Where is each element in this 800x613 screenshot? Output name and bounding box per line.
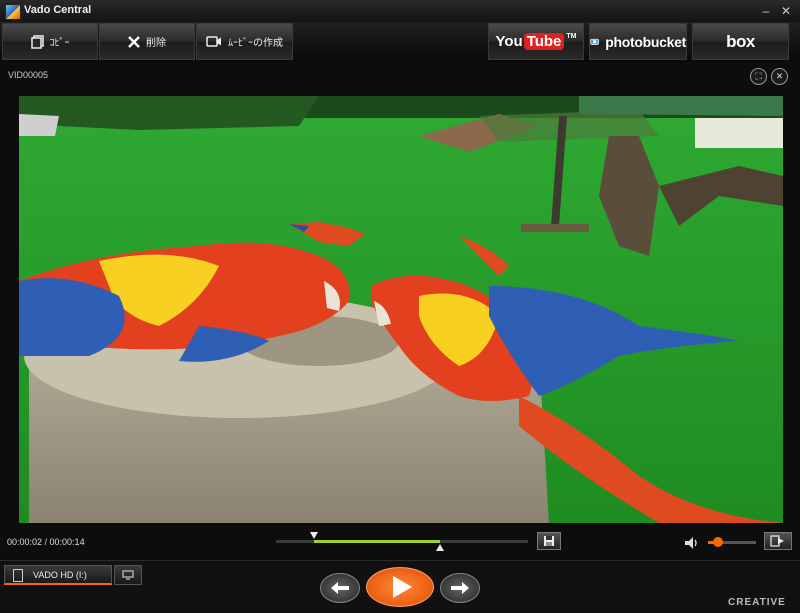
monitor-icon (122, 570, 134, 580)
creative-logo: CREATIVE (728, 597, 786, 608)
title-bar: Vado Central – ✕ (0, 0, 800, 23)
device-tab[interactable]: VADO HD (I:) (4, 565, 112, 585)
minimize-button[interactable]: – (758, 3, 774, 19)
close-window-button[interactable]: ✕ (778, 3, 794, 19)
export-icon (770, 535, 784, 547)
copy-button[interactable]: ｺﾋﾟｰ (2, 23, 98, 60)
photobucket-button[interactable]: photobucket (589, 23, 687, 60)
make-movie-label: ﾑｰﾋﾞｰの作成 (228, 38, 283, 49)
export-button[interactable] (764, 532, 792, 550)
app-icon (5, 4, 21, 20)
play-button[interactable] (366, 567, 434, 607)
make-movie-button[interactable]: ﾑｰﾋﾞｰの作成 (196, 23, 293, 60)
delete-icon (128, 35, 140, 48)
next-icon (451, 582, 469, 594)
toolbar: ｺﾋﾟｰ 削除 ﾑｰﾋﾞｰの作成 You Tube TM photobucket b… (0, 22, 800, 62)
device-icon (13, 569, 23, 582)
save-frame-button[interactable] (537, 532, 561, 550)
close-icon: ✕ (775, 71, 784, 81)
youtube-logo: You Tube TM (495, 33, 577, 50)
seek-bar[interactable] (276, 532, 528, 551)
photobucket-camera-icon (590, 38, 599, 45)
file-name: VID00005 (8, 70, 49, 80)
save-frame-icon (544, 536, 554, 546)
previous-icon (331, 582, 349, 594)
copy-label: ｺﾋﾟｰ (49, 38, 70, 49)
youtube-button[interactable]: You Tube TM (488, 23, 584, 60)
seek-selection (313, 540, 440, 543)
next-button[interactable] (440, 573, 480, 603)
fullscreen-button[interactable]: ⛶ (750, 68, 767, 85)
trim-end-marker[interactable] (435, 544, 444, 551)
camera-icon (206, 36, 221, 47)
delete-label: 削除 (146, 38, 166, 49)
volume-slider[interactable] (708, 537, 756, 547)
speaker-icon[interactable] (684, 536, 700, 550)
device-label: VADO HD (I:) (33, 570, 87, 580)
previous-button[interactable] (320, 573, 360, 603)
volume-knob[interactable] (712, 537, 723, 547)
video-frame[interactable] (19, 96, 783, 523)
box-logo: box (726, 31, 755, 51)
file-row: VID00005 ⛶ ✕ (0, 63, 800, 89)
delete-button[interactable]: 削除 (99, 23, 195, 60)
monitor-button[interactable] (114, 565, 142, 585)
close-file-button[interactable]: ✕ (771, 68, 788, 85)
bottom-bar: VADO HD (I:) CREATIVE (0, 560, 800, 613)
fullscreen-icon: ⛶ (755, 71, 762, 81)
play-icon (393, 576, 412, 598)
photobucket-logo: photobucket (605, 33, 686, 50)
box-button[interactable]: box (692, 23, 789, 60)
trim-start-marker[interactable] (309, 532, 318, 539)
transport-bar: 00:00:02 / 00:00:14 (0, 526, 800, 558)
copy-icon (30, 34, 44, 49)
window-title: Vado Central (24, 4, 92, 16)
time-display: 00:00:02 / 00:00:14 (7, 537, 85, 547)
